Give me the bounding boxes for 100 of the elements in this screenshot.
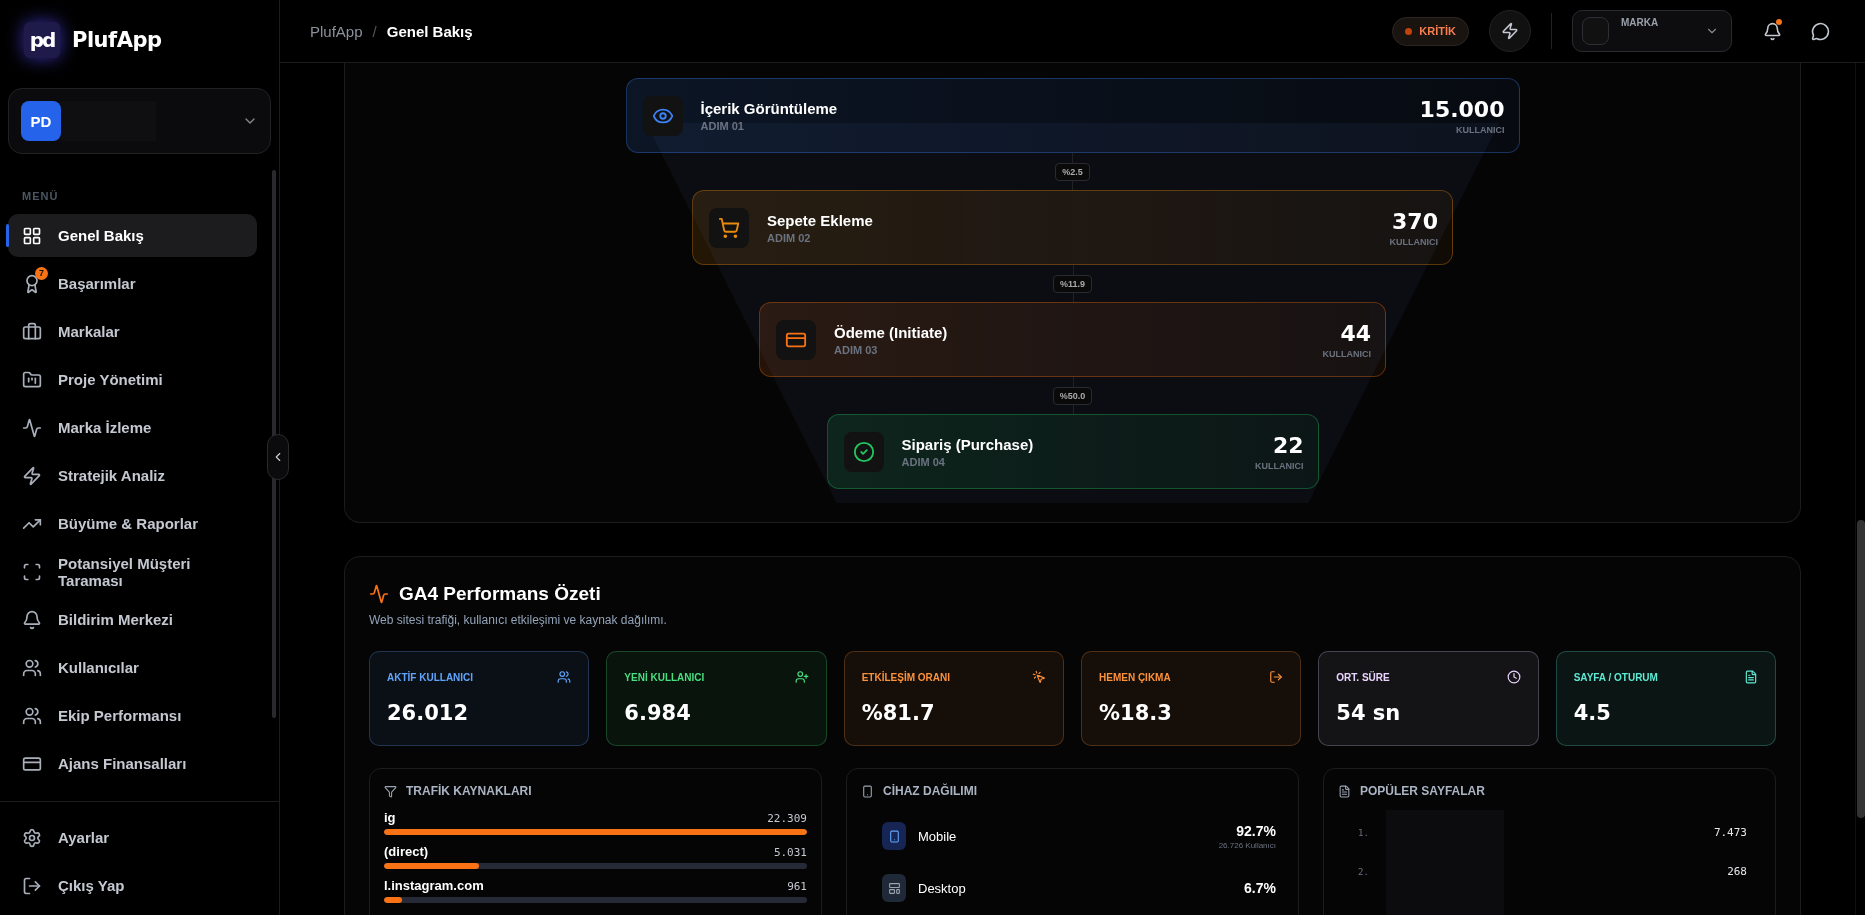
scan-icon xyxy=(22,561,42,582)
card-title: CİHAZ DAĞILIMI xyxy=(883,784,977,798)
step-title: Ödeme (Initiate) xyxy=(834,323,948,341)
breadcrumb-current: Genel Bakış xyxy=(386,22,473,40)
step-title: Sepete Ekleme xyxy=(767,211,873,229)
page-views: 268 xyxy=(1727,865,1747,878)
brand-select[interactable]: MARKA xyxy=(1572,10,1732,52)
device-name: Mobile xyxy=(918,828,957,844)
bell-icon xyxy=(1762,21,1782,41)
pulse-icon xyxy=(369,584,389,604)
breadcrumb-link[interactable]: PlufApp xyxy=(310,22,363,40)
sidebar-item[interactable]: 7 Başarımlar xyxy=(8,262,257,305)
source-value: 5.031 xyxy=(773,846,807,859)
device-percent: 92.7% xyxy=(1236,822,1276,839)
grid-icon xyxy=(22,225,42,246)
logout-icon xyxy=(22,875,42,896)
scrollbar-thumb[interactable] xyxy=(1857,520,1865,818)
source-name: ig xyxy=(384,810,396,825)
source-value: 22.309 xyxy=(767,812,807,825)
folder-icon xyxy=(22,369,42,390)
device-users: 26.726 Kullanıcı xyxy=(1218,840,1276,850)
metric-label: ORT. SÜRE xyxy=(1336,671,1390,683)
quick-action-button[interactable] xyxy=(1489,10,1531,52)
users-icon xyxy=(22,705,42,726)
sidebar-item[interactable]: Stratejik Analiz xyxy=(8,454,257,497)
select-label: MARKA xyxy=(1621,17,1659,28)
phone-icon xyxy=(887,829,901,843)
document-icon xyxy=(1338,784,1351,798)
sidebar-item[interactable]: Markalar xyxy=(8,310,257,353)
metric-value: %81.7 xyxy=(861,701,936,725)
count-badge: 7 xyxy=(35,266,48,280)
exit-icon xyxy=(1269,670,1284,684)
lightning-icon xyxy=(1501,22,1519,40)
document-icon xyxy=(1744,670,1758,684)
metric-value: %18.3 xyxy=(1099,701,1173,725)
source-name: l.instagram.com xyxy=(384,878,484,893)
phone-icon xyxy=(861,784,874,798)
filter-icon xyxy=(384,784,397,798)
sidebar-item[interactable]: Ayarlar xyxy=(8,816,271,859)
section-title: GA4 Performans Özeti xyxy=(399,583,601,605)
sidebar-item[interactable]: Kullanıcılar xyxy=(8,646,257,689)
sidebar-item[interactable]: Ajans Finansalları xyxy=(8,742,257,785)
metric-label: ETKİLEŞİM ORANI xyxy=(861,671,950,683)
device-name: Desktop xyxy=(918,880,966,896)
sidebar-item[interactable]: Ekip Performansı xyxy=(8,694,257,737)
step-number: ADIM 03 xyxy=(834,343,879,356)
step-value: 370 xyxy=(1392,208,1438,234)
sidebar-item[interactable]: Potansiyel Müşteri Taraması xyxy=(8,550,257,593)
step-unit: KULLANICI xyxy=(1255,460,1304,471)
step-title: İçerik Görüntüleme xyxy=(700,99,838,117)
brand-logo-placeholder xyxy=(1582,17,1609,45)
source-name: (direct) xyxy=(384,844,429,859)
metric-label: HEMEN ÇIKMA xyxy=(1099,671,1171,683)
account-avatar: PD xyxy=(21,101,61,141)
metric-value: 26.012 xyxy=(387,701,470,725)
step-number: ADIM 04 xyxy=(901,455,946,468)
sidebar-item[interactable]: Proje Yönetimi xyxy=(8,358,257,401)
step-unit: KULLANICI xyxy=(1456,124,1505,135)
step-number: ADIM 02 xyxy=(767,231,812,244)
step-unit: KULLANICI xyxy=(1389,236,1438,247)
page-rank: 1. xyxy=(1358,827,1369,838)
card-title: POPÜLER SAYFALAR xyxy=(1360,784,1485,798)
users-icon xyxy=(22,657,42,678)
clock-icon xyxy=(1506,670,1521,684)
page-rank: 2. xyxy=(1358,866,1369,877)
step-unit: KULLANICI xyxy=(1322,348,1371,359)
device-percent: 6.7% xyxy=(1244,880,1276,896)
section-subtitle: Web sitesi trafiği, kullanıcı etkileşimi ve kaynak dağılımı. xyxy=(369,613,668,627)
step-value: 15.000 xyxy=(1419,96,1505,122)
sidebar-item[interactable]: Genel Bakış xyxy=(8,214,257,257)
pointer-icon xyxy=(1032,670,1046,684)
sidebar-item[interactable]: Bildirim Merkezi xyxy=(8,598,257,641)
menu-section-label: MENÜ xyxy=(21,189,60,204)
metric-label: YENİ KULLANICI xyxy=(624,671,705,683)
step-number: ADIM 01 xyxy=(700,119,745,132)
step-title: Sipariş (Purchase) xyxy=(901,435,1034,453)
card-title: TRAFİK KAYNAKLARI xyxy=(406,784,532,798)
layout-icon xyxy=(887,881,901,895)
briefcase-icon xyxy=(22,321,42,342)
lightning-icon xyxy=(22,465,42,486)
app-name: PlufApp xyxy=(72,28,162,52)
sidebar-item[interactable]: Büyüme & Raporlar xyxy=(8,502,257,545)
metric-value: 54 sn xyxy=(1336,701,1402,725)
step-value: 44 xyxy=(1340,320,1371,346)
app-logo: pd xyxy=(24,22,60,58)
metric-value: 6.984 xyxy=(624,701,692,725)
bell-icon xyxy=(22,609,42,630)
scrollbar[interactable] xyxy=(272,170,276,718)
sidebar-item[interactable]: Marka İzleme xyxy=(8,406,257,449)
account-switcher[interactable]: PD xyxy=(8,88,271,154)
chat-icon xyxy=(1810,21,1830,41)
metric-label: AKTİF KULLANICI xyxy=(387,671,474,683)
settings-icon xyxy=(22,827,42,848)
source-value: 961 xyxy=(787,880,807,893)
breadcrumb-separator: / xyxy=(372,22,377,40)
user-plus-icon xyxy=(794,670,809,684)
sidebar-item[interactable]: Çıkış Yap xyxy=(8,864,271,907)
metric-value: 4.5 xyxy=(1573,701,1612,725)
status-badge: KRİTİK xyxy=(1392,16,1469,46)
metric-label: SAYFA / OTURUM xyxy=(1573,671,1658,683)
